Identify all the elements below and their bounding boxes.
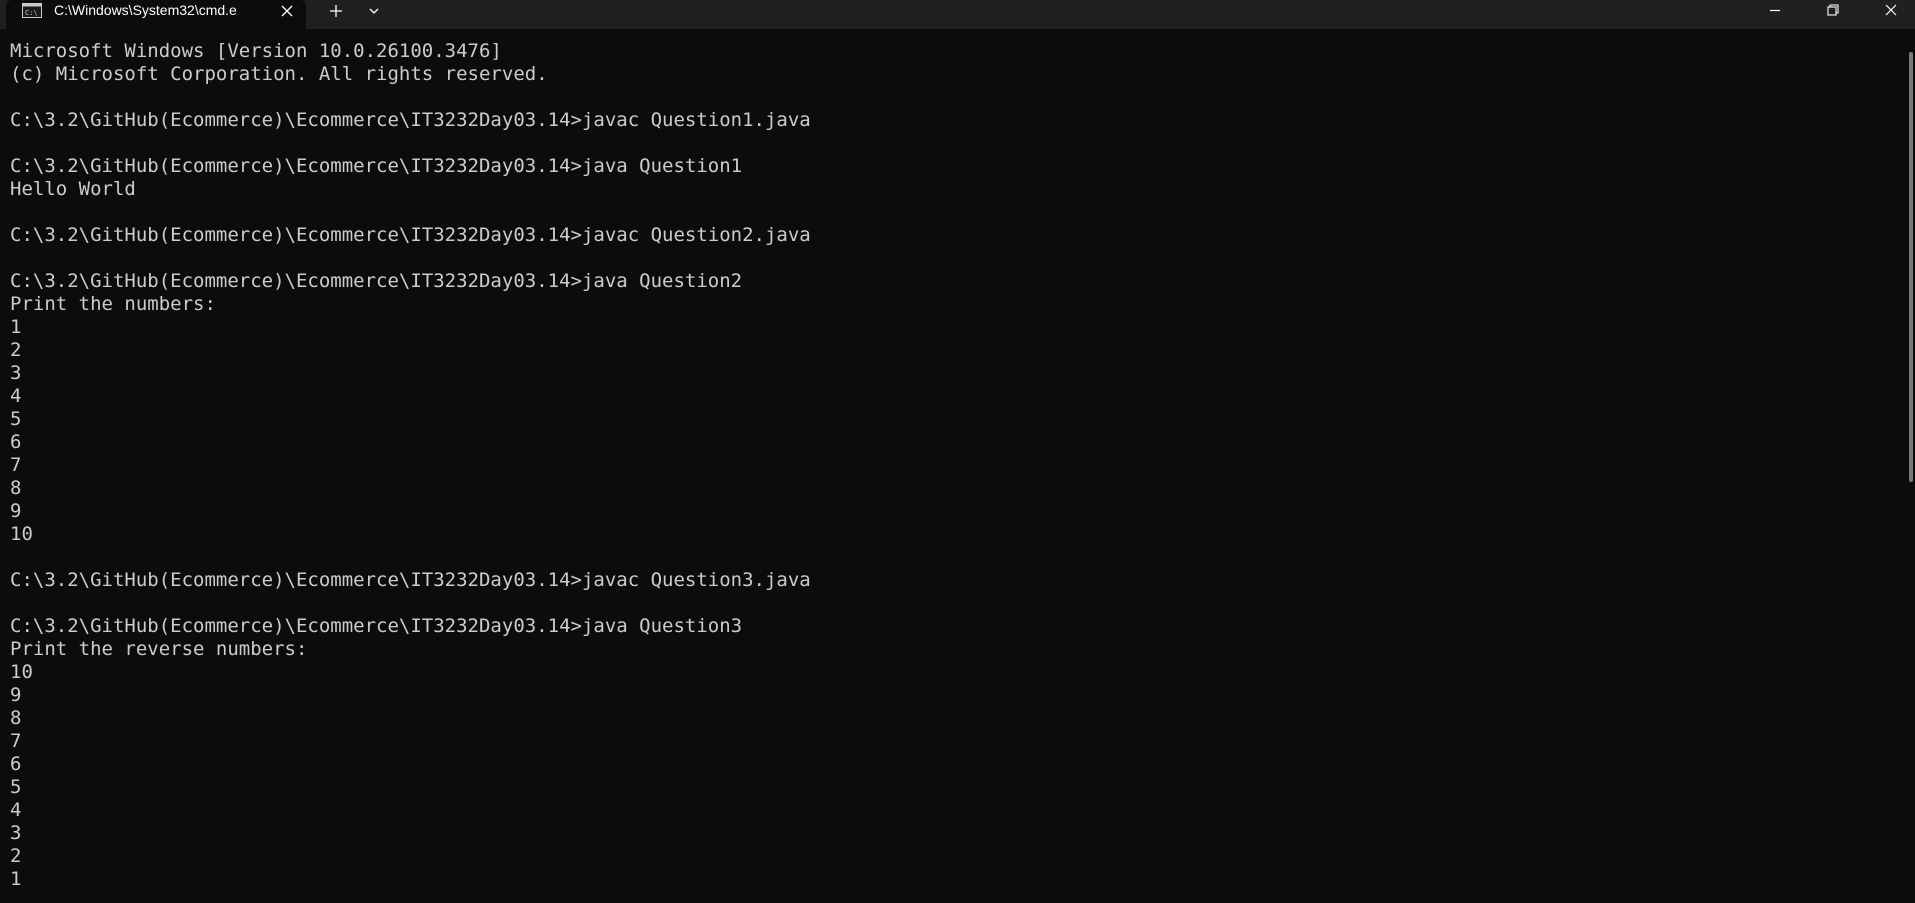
console-line: C:\3.2\GitHub(Ecommerce)\Ecommerce\IT323… (10, 615, 743, 637)
console-line: Print the numbers: (10, 293, 216, 315)
console-line: 9 (10, 684, 22, 706)
console-line: 8 (10, 477, 22, 499)
minimize-button[interactable] (1752, 0, 1798, 22)
console-line: 10 (10, 661, 33, 683)
console-line: 10 (10, 523, 33, 545)
tab-dropdown-button[interactable] (362, 1, 386, 21)
console-line: 5 (10, 776, 22, 798)
console-line: 3 (10, 822, 22, 844)
new-tab-button[interactable] (322, 1, 350, 21)
cmd-icon: C:\ (22, 3, 42, 18)
title-bar[interactable]: C:\ C:\Windows\System32\cmd.e (0, 0, 1915, 29)
tab-title: C:\Windows\System32\cmd.e (54, 2, 237, 18)
tab-cmd[interactable]: C:\ C:\Windows\System32\cmd.e (6, 0, 306, 29)
console-line: 4 (10, 799, 22, 821)
console-line: 1 (10, 868, 22, 890)
console-output[interactable]: Microsoft Windows [Version 10.0.26100.34… (10, 40, 1900, 902)
console-line: 5 (10, 408, 22, 430)
tab-close-icon[interactable] (278, 2, 296, 20)
svg-text:C:\: C:\ (25, 9, 38, 17)
console-line: 7 (10, 454, 22, 476)
console-line: 2 (10, 845, 22, 867)
console-line: 1 (10, 316, 22, 338)
console-line: Microsoft Windows [Version 10.0.26100.34… (10, 40, 502, 62)
console-line: 3 (10, 362, 22, 384)
terminal-window: C:\ C:\Windows\System32\cmd.e Microsoft … (0, 0, 1915, 903)
console-line: 8 (10, 707, 22, 729)
console-line: 9 (10, 500, 22, 522)
console-line: C:\3.2\GitHub(Ecommerce)\Ecommerce\IT323… (10, 155, 743, 177)
console-line: 2 (10, 339, 22, 361)
console-line: C:\3.2\GitHub(Ecommerce)\Ecommerce\IT323… (10, 569, 811, 591)
console-line: C:\3.2\GitHub(Ecommerce)\Ecommerce\IT323… (10, 109, 811, 131)
console-line: Hello World (10, 178, 136, 200)
console-line: Print the reverse numbers: (10, 638, 308, 660)
console-line: 4 (10, 385, 22, 407)
console-line: 6 (10, 431, 22, 453)
console-line: (c) Microsoft Corporation. All rights re… (10, 63, 548, 85)
console-line: 7 (10, 730, 22, 752)
vertical-scrollbar[interactable] (1909, 52, 1913, 482)
close-button[interactable] (1868, 0, 1914, 22)
console-line: 6 (10, 753, 22, 775)
console-line: C:\3.2\GitHub(Ecommerce)\Ecommerce\IT323… (10, 224, 811, 246)
restore-button[interactable] (1810, 0, 1856, 22)
console-line: C:\3.2\GitHub(Ecommerce)\Ecommerce\IT323… (10, 270, 743, 292)
